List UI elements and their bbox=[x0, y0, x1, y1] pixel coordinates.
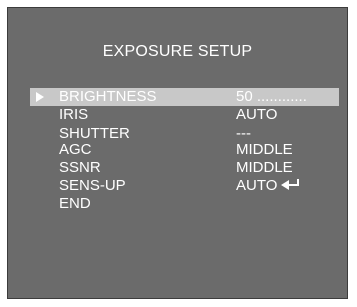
brightness-value: 50 ............ bbox=[236, 88, 307, 105]
menu-item-iris[interactable]: IRIS AUTO bbox=[30, 106, 339, 124]
menu-item-label: SSNR bbox=[59, 159, 101, 176]
menu-item-brightness[interactable]: BRIGHTNESS 50 ............ bbox=[30, 88, 339, 106]
osd-menu-screen: EXPOSURE SETUP BRIGHTNESS 50 ...........… bbox=[7, 7, 348, 299]
enter-arrow-icon[interactable] bbox=[281, 179, 303, 191]
menu-item-label: SHUTTER bbox=[59, 125, 130, 142]
ssnr-value: MIDDLE bbox=[236, 159, 293, 176]
menu-item-agc[interactable]: AGC MIDDLE bbox=[30, 141, 339, 159]
sens-up-value-group: AUTO bbox=[236, 177, 303, 195]
menu-item-ssnr[interactable]: SSNR MIDDLE bbox=[30, 159, 339, 177]
menu-title: EXPOSURE SETUP bbox=[102, 43, 253, 60]
menu-item-label: BRIGHTNESS bbox=[59, 88, 157, 105]
menu-item-label: IRIS bbox=[59, 106, 89, 123]
menu-item-label: END bbox=[59, 195, 91, 212]
selection-cursor-icon bbox=[36, 92, 44, 102]
menu-item-sens-up[interactable]: SENS-UP AUTO bbox=[30, 177, 339, 195]
sens-up-value: AUTO bbox=[236, 177, 278, 194]
menu-item-label: AGC bbox=[59, 141, 92, 158]
iris-value: AUTO bbox=[236, 106, 278, 123]
menu-item-end[interactable]: END bbox=[30, 195, 339, 213]
shutter-value: --- bbox=[236, 125, 251, 142]
menu-item-shutter[interactable]: SHUTTER --- bbox=[30, 125, 339, 142]
menu-item-label: SENS-UP bbox=[59, 177, 126, 194]
agc-value: MIDDLE bbox=[236, 141, 293, 158]
exposure-menu-list: BRIGHTNESS 50 ............ IRIS AUTO SHU… bbox=[30, 88, 339, 213]
